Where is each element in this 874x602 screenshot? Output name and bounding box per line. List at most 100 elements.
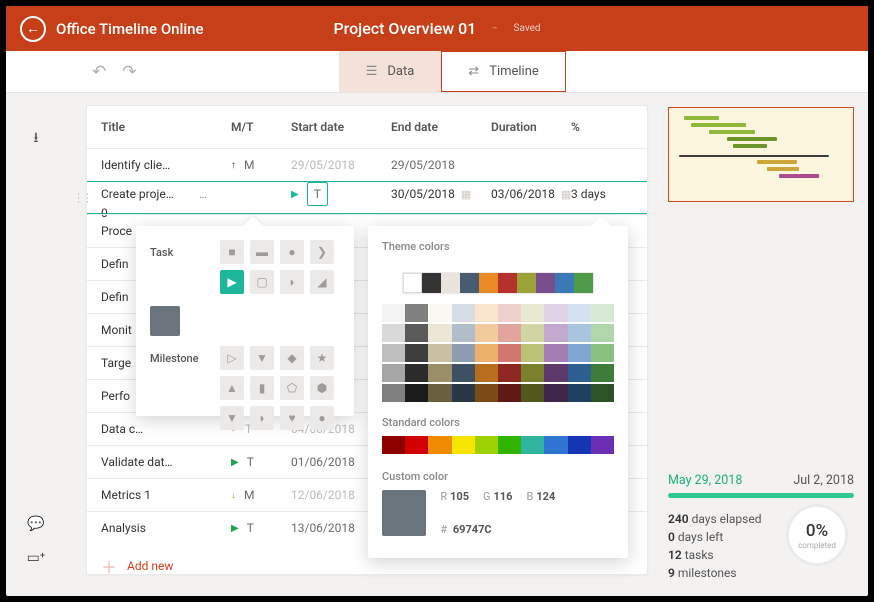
theme-color-swatch[interactable] bbox=[405, 344, 428, 362]
rgb-r[interactable]: R105 bbox=[440, 490, 469, 503]
col-duration[interactable]: Duration bbox=[491, 120, 571, 134]
theme-color-swatch[interactable] bbox=[422, 273, 441, 293]
download-icon[interactable]: ⭳ bbox=[26, 127, 46, 151]
row-end-date[interactable]: 03/06/2018 bbox=[491, 187, 571, 201]
theme-color-swatch[interactable] bbox=[498, 344, 521, 362]
theme-color-swatch[interactable] bbox=[498, 273, 517, 293]
row-end-date[interactable]: 29/05/2018 bbox=[391, 158, 491, 172]
rgb-b[interactable]: B124 bbox=[526, 490, 555, 503]
theme-color-swatch[interactable] bbox=[428, 384, 451, 402]
ms-shape-pentagon[interactable]: ⬠ bbox=[280, 376, 304, 400]
ms-shape-heart[interactable]: ♥ bbox=[280, 406, 304, 430]
table-row[interactable]: Identify clie…↑M29/05/201829/05/2018 bbox=[87, 148, 647, 181]
ms-shape-hex[interactable]: ⬢ bbox=[310, 376, 334, 400]
theme-color-swatch[interactable] bbox=[475, 364, 498, 382]
row-type[interactable]: ▶T bbox=[231, 455, 291, 469]
theme-color-swatch[interactable] bbox=[452, 364, 475, 382]
ms-shape-tag[interactable]: ◗ bbox=[250, 406, 274, 430]
row-title[interactable]: Metrics 1 bbox=[101, 488, 231, 502]
col-start[interactable]: Start date bbox=[291, 120, 391, 134]
task-shape-bar[interactable]: ▬ bbox=[250, 240, 274, 264]
theme-color-swatch[interactable] bbox=[382, 364, 405, 382]
theme-color-swatch[interactable] bbox=[498, 364, 521, 382]
theme-color-swatch[interactable] bbox=[428, 324, 451, 342]
theme-color-swatch[interactable] bbox=[428, 344, 451, 362]
row-type[interactable]: ↓M bbox=[231, 488, 291, 502]
row-title[interactable]: Analysis bbox=[101, 521, 231, 535]
drag-handle-icon[interactable]: ⋮⋮ bbox=[73, 191, 91, 204]
standard-color-swatch[interactable] bbox=[475, 436, 498, 454]
standard-color-swatch[interactable] bbox=[452, 436, 475, 454]
theme-color-swatch[interactable] bbox=[568, 384, 591, 402]
theme-color-swatch[interactable] bbox=[382, 324, 405, 342]
task-shape-rounded[interactable]: ▢ bbox=[250, 270, 274, 294]
theme-color-swatch[interactable] bbox=[428, 304, 451, 322]
theme-color-swatch[interactable] bbox=[591, 364, 614, 382]
theme-color-swatch[interactable] bbox=[452, 344, 475, 362]
ms-shape-arrow-down[interactable]: ▼ bbox=[220, 406, 244, 430]
standard-color-swatch[interactable] bbox=[544, 436, 567, 454]
col-percent[interactable]: % bbox=[571, 120, 631, 134]
theme-color-swatch[interactable] bbox=[475, 344, 498, 362]
theme-color-swatch[interactable] bbox=[382, 344, 405, 362]
theme-color-swatch[interactable] bbox=[475, 384, 498, 402]
theme-color-swatch[interactable] bbox=[544, 324, 567, 342]
theme-color-swatch[interactable] bbox=[452, 384, 475, 402]
ms-shape-circle[interactable]: ● bbox=[310, 406, 334, 430]
theme-color-swatch[interactable] bbox=[382, 384, 405, 402]
table-row[interactable]: Create proje……▶T30/05/201803/06/20183 da… bbox=[87, 181, 647, 214]
tab-timeline[interactable]: ⇄Timeline bbox=[441, 51, 566, 92]
row-title[interactable]: Identify clie… bbox=[101, 158, 231, 172]
theme-color-swatch[interactable] bbox=[568, 364, 591, 382]
timeline-thumbnail[interactable] bbox=[668, 107, 854, 202]
theme-color-swatch[interactable] bbox=[498, 304, 521, 322]
theme-color-swatch[interactable] bbox=[568, 344, 591, 362]
standard-color-swatch[interactable] bbox=[591, 436, 614, 454]
theme-color-swatch[interactable] bbox=[405, 304, 428, 322]
theme-color-swatch[interactable] bbox=[544, 384, 567, 402]
theme-color-swatch[interactable] bbox=[475, 304, 498, 322]
theme-color-swatch[interactable] bbox=[460, 273, 479, 293]
custom-color-preview[interactable] bbox=[382, 490, 426, 536]
theme-color-swatch[interactable] bbox=[591, 324, 614, 342]
document-title[interactable]: Project Overview 01 bbox=[333, 19, 476, 38]
col-end[interactable]: End date bbox=[391, 120, 491, 134]
theme-color-swatch[interactable] bbox=[405, 364, 428, 382]
theme-color-swatch[interactable] bbox=[574, 273, 593, 293]
standard-color-swatch[interactable] bbox=[521, 436, 544, 454]
theme-color-swatch[interactable] bbox=[555, 273, 574, 293]
standard-color-swatch[interactable] bbox=[428, 436, 451, 454]
theme-color-swatch[interactable] bbox=[521, 364, 544, 382]
comment-icon[interactable]: 💬 bbox=[26, 516, 46, 532]
task-shape-leaf[interactable]: ◗ bbox=[280, 270, 304, 294]
theme-color-swatch[interactable] bbox=[591, 384, 614, 402]
theme-color-swatch[interactable] bbox=[498, 384, 521, 402]
standard-color-swatch[interactable] bbox=[382, 436, 405, 454]
task-shape-play[interactable]: ▶ bbox=[220, 270, 244, 294]
theme-color-swatch[interactable] bbox=[479, 273, 498, 293]
task-shape-circle[interactable]: ● bbox=[280, 240, 304, 264]
theme-color-swatch[interactable] bbox=[498, 324, 521, 342]
row-start-date[interactable]: 30/05/2018 bbox=[391, 187, 491, 201]
rgb-g[interactable]: G116 bbox=[483, 490, 512, 503]
theme-color-swatch[interactable] bbox=[441, 273, 460, 293]
theme-color-swatch[interactable] bbox=[568, 324, 591, 342]
theme-color-swatch[interactable] bbox=[544, 304, 567, 322]
back-button[interactable]: ← bbox=[20, 16, 46, 42]
ms-shape-tri-down[interactable]: ▼ bbox=[250, 346, 274, 370]
theme-color-swatch[interactable] bbox=[568, 304, 591, 322]
row-type[interactable]: ↑M bbox=[231, 158, 291, 172]
theme-color-swatch[interactable] bbox=[521, 384, 544, 402]
theme-color-swatch[interactable] bbox=[544, 344, 567, 362]
hex-value[interactable]: # 69747C bbox=[440, 523, 491, 536]
theme-color-swatch[interactable] bbox=[591, 344, 614, 362]
ms-shape-diamond[interactable]: ◆ bbox=[280, 346, 304, 370]
theme-color-swatch[interactable] bbox=[536, 273, 555, 293]
theme-color-swatch[interactable] bbox=[428, 364, 451, 382]
theme-color-swatch[interactable] bbox=[452, 324, 475, 342]
row-duration[interactable]: 3 days bbox=[571, 187, 631, 201]
theme-color-swatch[interactable] bbox=[521, 304, 544, 322]
row-type[interactable]: ▶T bbox=[231, 521, 291, 535]
shape-color-preview[interactable] bbox=[150, 306, 180, 336]
col-mt[interactable]: M/T bbox=[231, 120, 291, 134]
